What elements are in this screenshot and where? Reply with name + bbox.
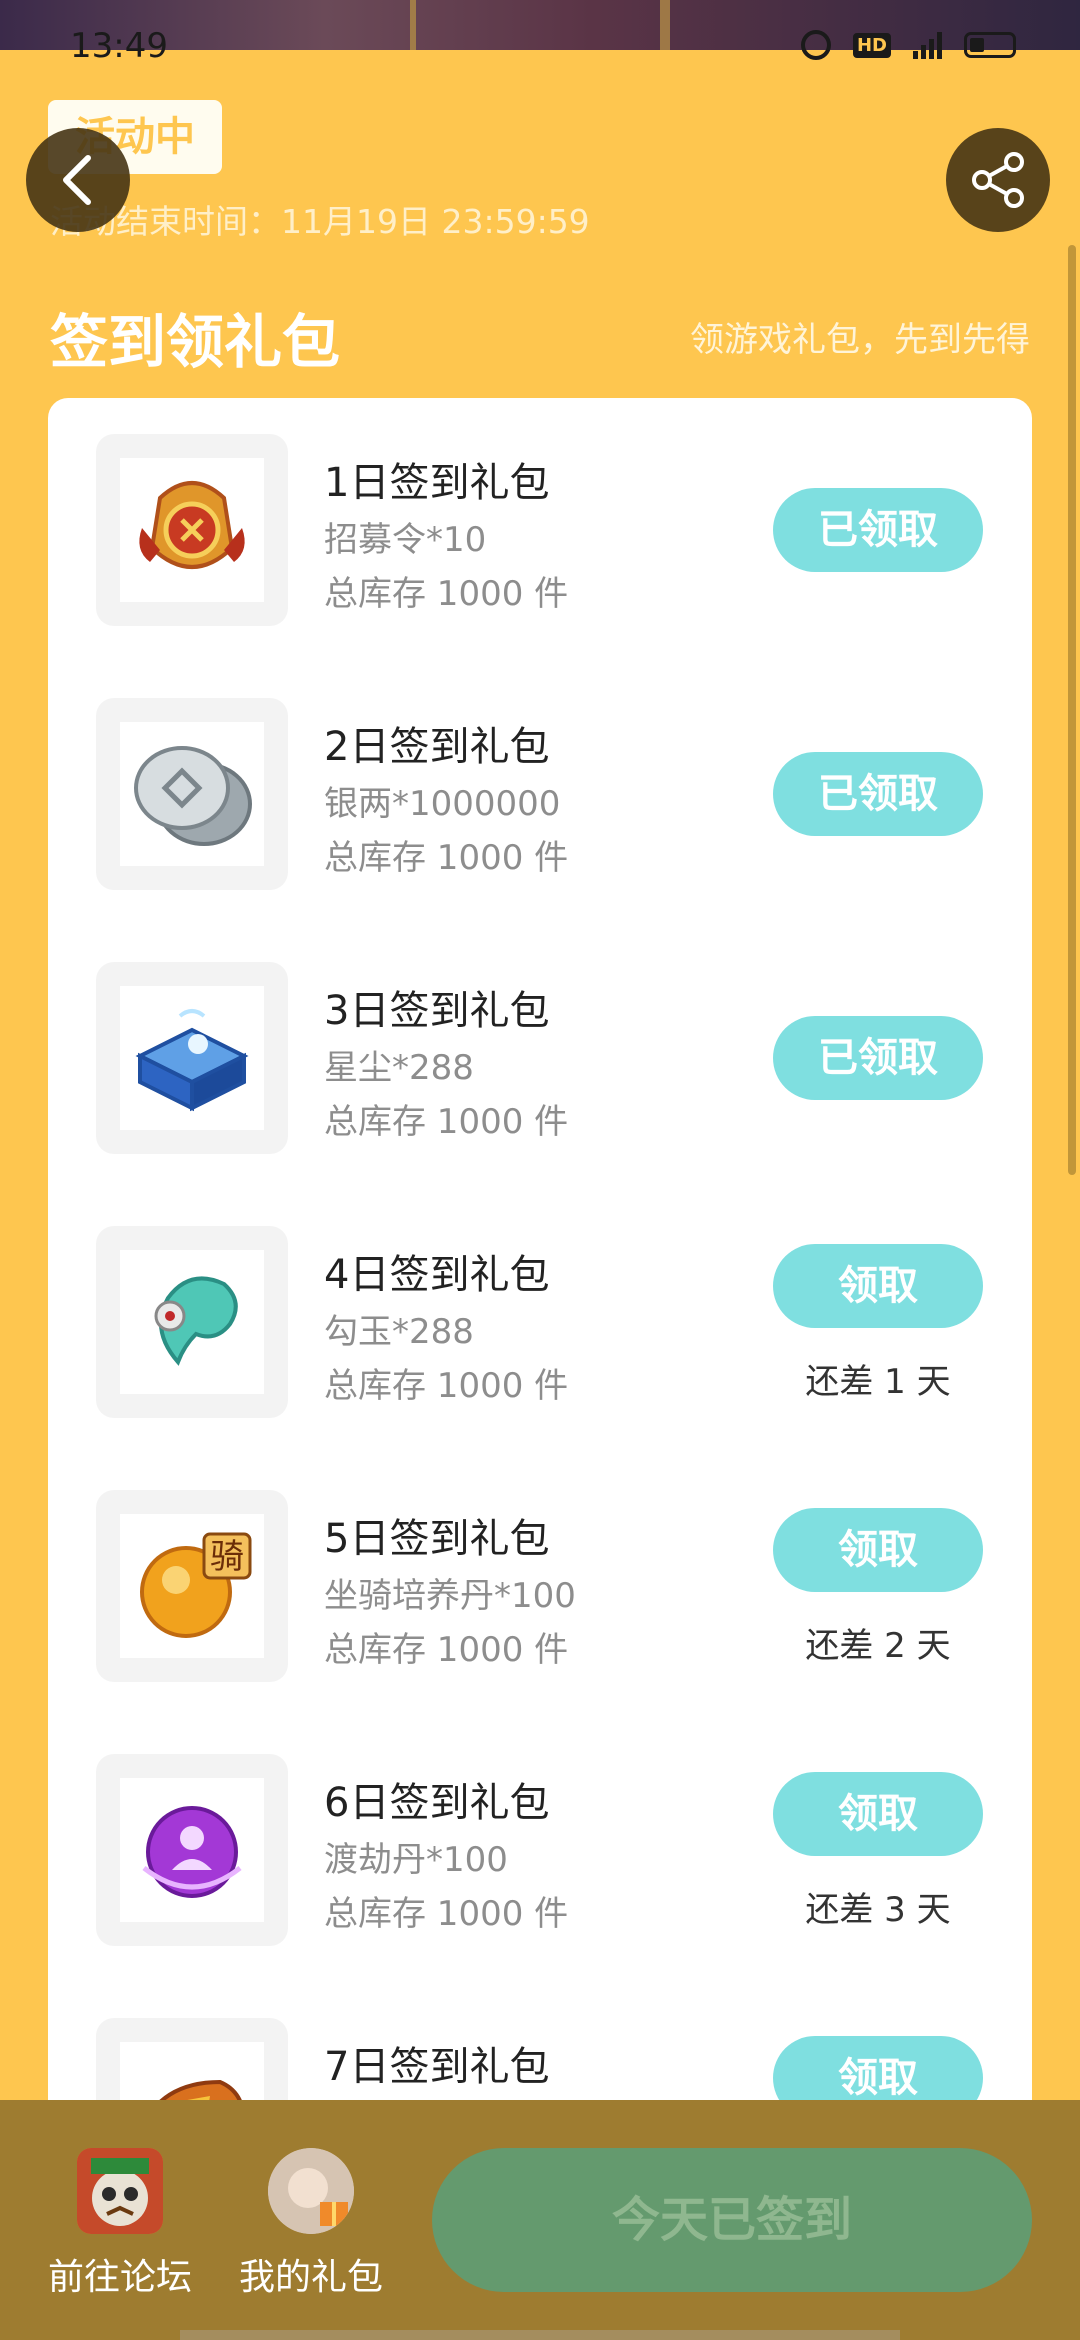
home-indicator xyxy=(180,2330,900,2340)
gift-name: 6日签到礼包 xyxy=(324,1780,550,1826)
gift-icon-frame xyxy=(96,1226,288,1418)
back-button[interactable] xyxy=(26,128,130,232)
section-title: 签到领礼包 xyxy=(50,308,341,376)
gift-name: 4日签到礼包 xyxy=(324,1252,550,1298)
gift-icon-frame xyxy=(96,1754,288,1946)
silver-coins-icon xyxy=(134,746,252,846)
mount-badge-char: 骑 xyxy=(210,1537,244,1577)
share-button[interactable] xyxy=(946,128,1050,232)
gift-name: 3日签到礼包 xyxy=(324,988,550,1034)
stardust-chest-icon xyxy=(135,1009,249,1112)
gift-row: 4日签到礼包 勾玉*288 总库存 1000 件 领取 还差 1 天 xyxy=(48,1190,1032,1454)
scrollbar[interactable] xyxy=(1068,245,1076,1175)
share-icon xyxy=(972,152,1024,208)
claim-button[interactable]: 领取 xyxy=(773,1508,983,1592)
gift-row: 6日签到礼包 渡劫丹*100 总库存 1000 件 领取 还差 3 天 xyxy=(48,1718,1032,1982)
magatama-icon xyxy=(154,1276,238,1366)
claim-button[interactable]: 领取 xyxy=(773,1772,983,1856)
gift-icon-frame: 骑 xyxy=(96,1490,288,1682)
forum-label: 前往论坛 xyxy=(47,2257,192,2298)
gift-name: 2日签到礼包 xyxy=(324,724,550,770)
gift-icon-frame xyxy=(96,434,288,626)
days-remaining: 还差 3 天 xyxy=(805,1890,951,1930)
battery-icon xyxy=(964,32,1016,58)
gift-item: 银两*1000000 xyxy=(324,784,561,824)
gift-item: 勾玉*288 xyxy=(324,1312,474,1352)
chevron-left-icon xyxy=(63,155,91,205)
days-remaining: 还差 2 天 xyxy=(805,1626,951,1666)
section-subtitle: 领游戏礼包，先到先得 xyxy=(690,320,1030,360)
gift-stock: 总库存 1000 件 xyxy=(324,574,569,614)
avatar-gift-icon xyxy=(268,2148,354,2234)
claimed-button[interactable]: 已领取 xyxy=(773,752,983,836)
gift-icon-frame xyxy=(96,698,288,890)
gift-name: 5日签到礼包 xyxy=(324,1516,550,1562)
claim-button[interactable]: 领取 xyxy=(773,1244,983,1328)
claimed-button[interactable]: 已领取 xyxy=(773,488,983,572)
gift-item: 坐骑培养丹*100 xyxy=(324,1576,576,1616)
days-remaining: 还差 1 天 xyxy=(805,1362,951,1402)
status-bar: 13:49 HD xyxy=(0,0,1080,66)
gift-name: 1日签到礼包 xyxy=(324,460,550,506)
gift-item: 招募令*10 xyxy=(324,520,487,560)
gift-stock: 总库存 1000 件 xyxy=(324,1630,569,1670)
alarm-icon xyxy=(800,30,831,60)
signal-icon xyxy=(913,31,942,59)
recruit-token-icon xyxy=(139,481,245,569)
my-gifts-label: 我的礼包 xyxy=(238,2257,383,2298)
status-time: 13:49 xyxy=(70,26,168,66)
gift-row: 骑 5日签到礼包 坐骑培养丹*100 总库存 1000 件 领取 还差 2 天 xyxy=(48,1454,1032,1718)
gift-stock: 总库存 1000 件 xyxy=(324,1102,569,1142)
my-gifts-nav-item[interactable]: 我的礼包 xyxy=(226,2148,396,2300)
status-icons: HD xyxy=(800,30,1016,60)
gift-item: 渡劫丹*100 xyxy=(324,1840,508,1880)
gift-stock: 总库存 1000 件 xyxy=(324,1894,569,1934)
gift-item: 星尘*288 xyxy=(324,1048,474,1088)
signed-in-today-button[interactable]: 今天已签到 xyxy=(432,2148,1032,2292)
claimed-button[interactable]: 已领取 xyxy=(773,1016,983,1100)
bottom-action-bar: 前往论坛 我的礼包 今天已签到 xyxy=(0,2100,1080,2340)
gift-row: 3日签到礼包 星尘*288 总库存 1000 件 已领取 xyxy=(48,926,1032,1190)
hd-icon: HD xyxy=(852,32,891,58)
gift-stock: 总库存 1000 件 xyxy=(324,1366,569,1406)
forum-game-icon xyxy=(77,2148,163,2234)
mount-pill-icon: 骑 xyxy=(140,1532,252,1638)
gift-list-card: 1日签到礼包 招募令*10 总库存 1000 件 已领取 2日签到礼包 银两*1… xyxy=(48,398,1032,2198)
gift-row: 1日签到礼包 招募令*10 总库存 1000 件 已领取 xyxy=(48,398,1032,662)
gift-row: 2日签到礼包 银两*1000000 总库存 1000 件 已领取 xyxy=(48,662,1032,926)
activity-end-time: 活动结束时间：11月19日 23:59:59 xyxy=(50,202,590,241)
gift-icon-frame xyxy=(96,962,288,1154)
gift-name: 7日签到礼包 xyxy=(324,2044,550,2090)
tribulation-pill-icon xyxy=(142,1806,242,1898)
forum-nav-item[interactable]: 前往论坛 xyxy=(35,2148,205,2300)
gift-stock: 总库存 1000 件 xyxy=(324,838,569,878)
